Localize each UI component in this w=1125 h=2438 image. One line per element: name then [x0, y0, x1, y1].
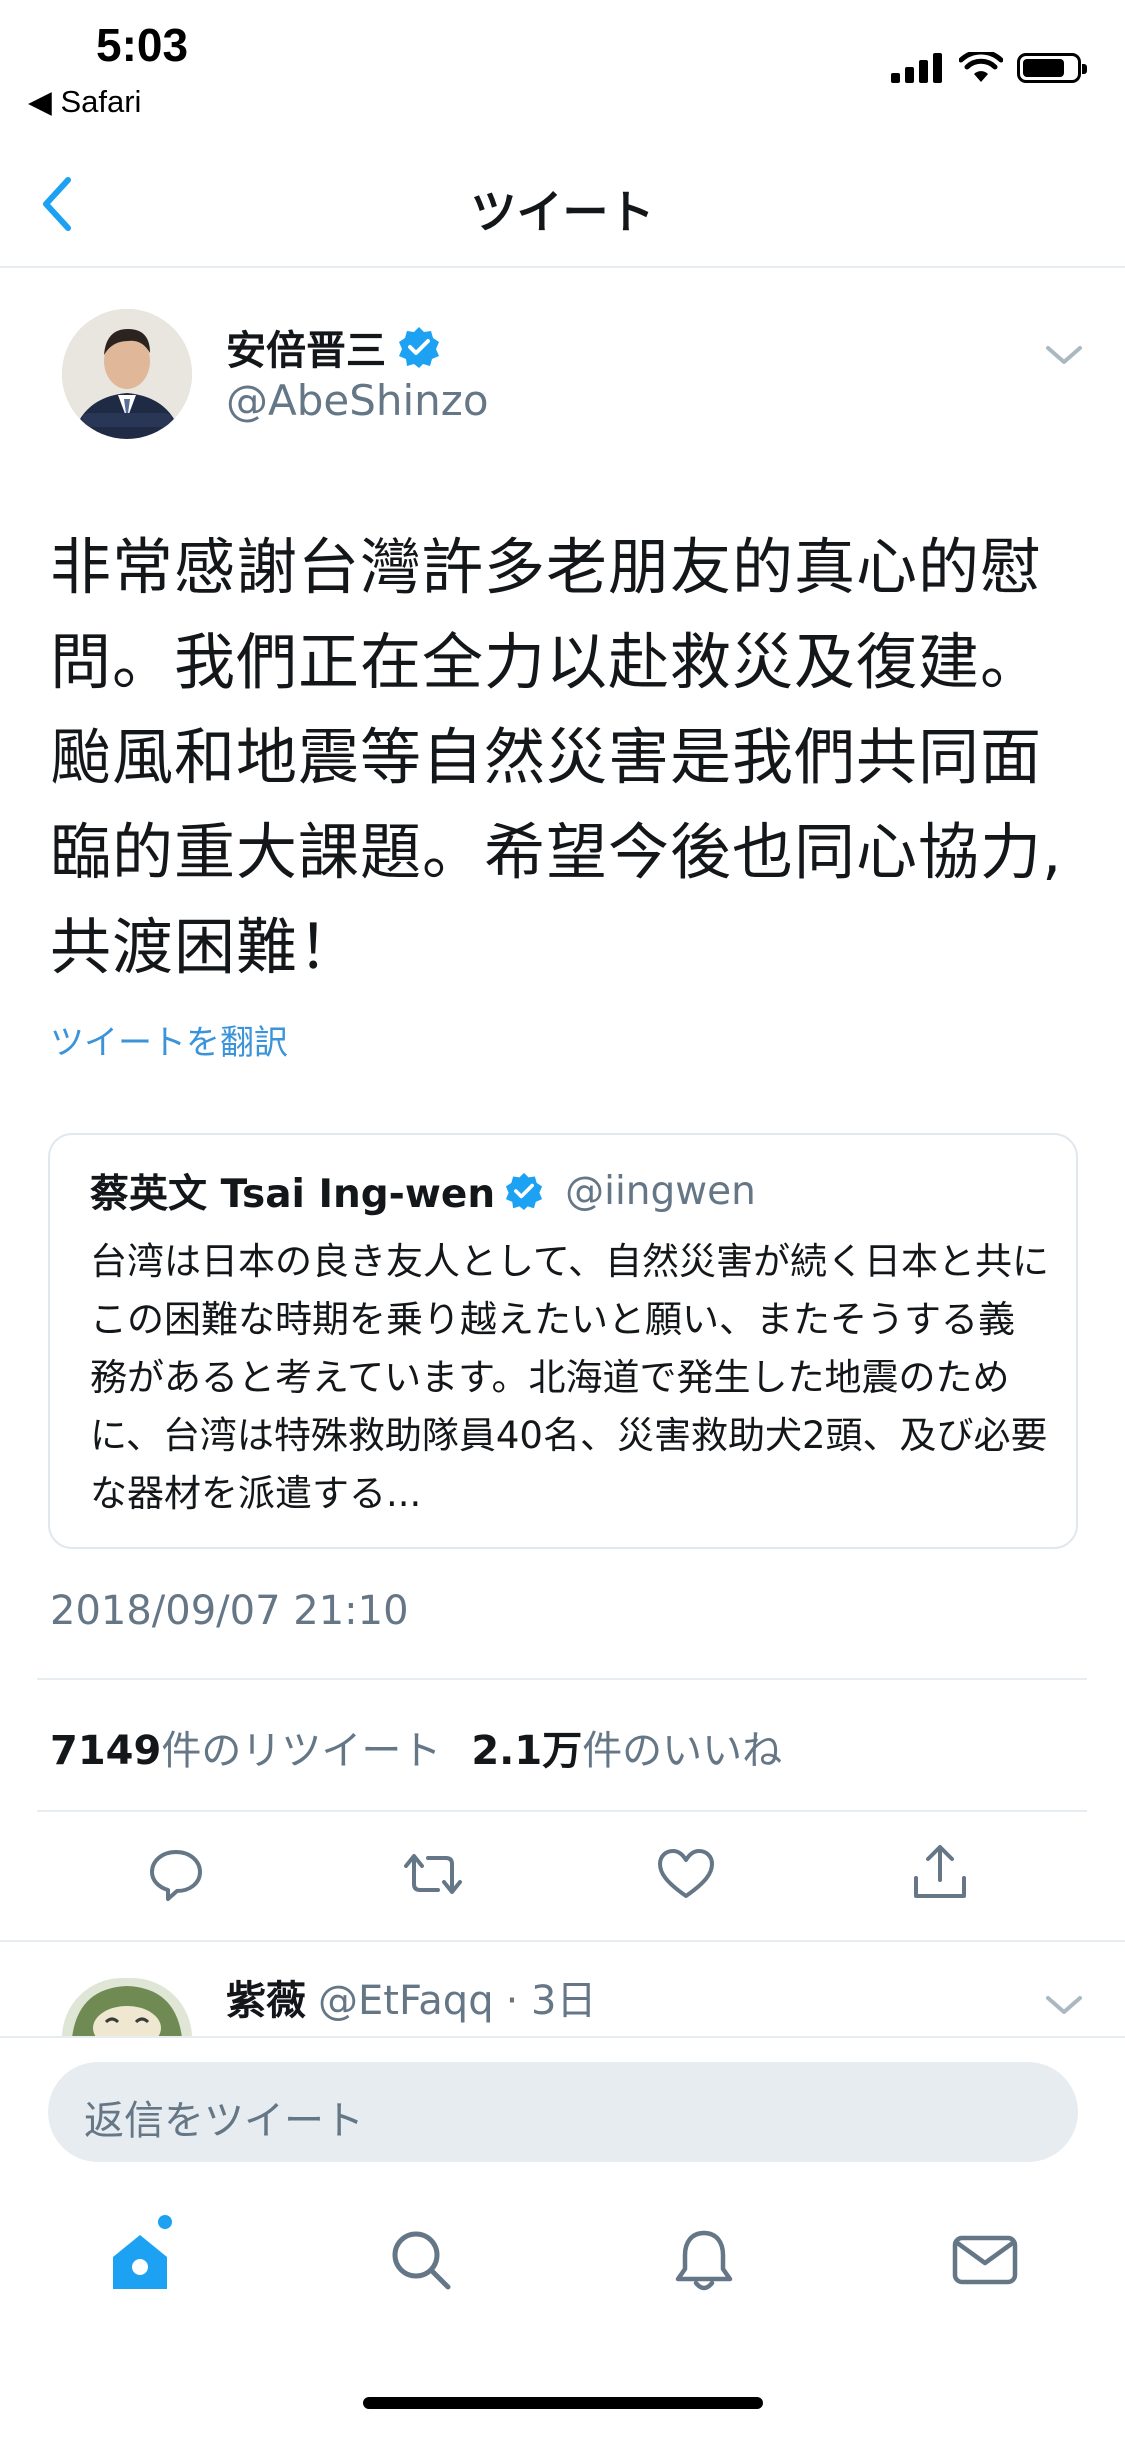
- reply-composer[interactable]: 返信をツイート: [48, 2062, 1078, 2162]
- wifi-icon: [959, 52, 1003, 82]
- reply-avatar[interactable]: [62, 1978, 192, 2038]
- translate-tweet-link[interactable]: ツイートを翻訳: [50, 1015, 288, 1064]
- retweet-stat[interactable]: 7149件のリツイート: [50, 1718, 441, 1776]
- quoted-author-handle: @iingwen: [565, 1168, 756, 1214]
- quoted-tweet-header: 蔡英文 Tsai Ing-wen @iingwen: [90, 1163, 756, 1219]
- divider: [37, 1678, 1087, 1680]
- divider: [37, 1810, 1087, 1812]
- status-time: 5:03: [96, 19, 189, 71]
- verified-badge-icon: [399, 327, 439, 368]
- battery-icon: [1017, 53, 1087, 83]
- share-icon[interactable]: [910, 1842, 970, 1902]
- retweet-icon[interactable]: [400, 1844, 466, 1904]
- reply-author-handle[interactable]: @EtFaqq: [318, 1978, 494, 2024]
- author-handle[interactable]: @AbeShinzo: [226, 376, 489, 425]
- notifications-icon[interactable]: [669, 2225, 739, 2295]
- like-icon[interactable]: [656, 1844, 716, 1904]
- chevron-down-icon[interactable]: [1042, 340, 1086, 368]
- reply-time: · 3日: [505, 1978, 597, 2024]
- quoted-tweet-text: 台湾は日本の良き友人として、自然災害が続く日本と共にこの困難な時期を乗り越えたい…: [90, 1240, 1050, 1515]
- divider: [0, 1940, 1125, 1942]
- home-notification-dot: [158, 2215, 172, 2229]
- status-indicators: [891, 48, 1087, 88]
- page-title: ツイート: [470, 185, 655, 239]
- tweet-timestamp: 2018/09/07 21:10: [50, 1588, 409, 1634]
- nav-bar: ツイート: [0, 150, 1125, 268]
- home-icon[interactable]: [105, 2225, 175, 2295]
- quoted-author-name: 蔡英文 Tsai Ing-wen: [90, 1172, 496, 1217]
- signal-icon: [891, 53, 942, 83]
- tweet-action-bar: [0, 1832, 1125, 1922]
- author-name-row: 安倍晋三: [226, 318, 440, 376]
- like-count: 2.1万: [471, 1728, 583, 1774]
- messages-icon[interactable]: [950, 2225, 1020, 2295]
- verified-badge-icon: [506, 1172, 543, 1210]
- author-avatar[interactable]: [62, 309, 192, 439]
- safari-back-link[interactable]: ◀ Safari: [28, 84, 141, 120]
- tweet-text: 非常感謝台灣許多老朋友的真心的慰問。我們正在全力以赴救災及復建。颱風和地震等自然…: [50, 532, 1063, 983]
- tweet-stats: 7149件のリツイート 2.1万件のいいね: [50, 1718, 782, 1776]
- retweet-label: 件のリツイート: [161, 1728, 442, 1774]
- author-name[interactable]: 安倍晋三: [226, 318, 386, 376]
- reply-header: 紫薇 @EtFaqq · 3日: [226, 1968, 596, 2026]
- search-icon[interactable]: [386, 2225, 456, 2295]
- reply-placeholder: 返信をツイート: [84, 2098, 364, 2144]
- reply-author-name[interactable]: 紫薇: [226, 1968, 306, 2026]
- chevron-down-icon[interactable]: [1042, 1990, 1086, 2018]
- like-label: 件のいいね: [582, 1728, 783, 1774]
- like-stat[interactable]: 2.1万件のいいね: [471, 1718, 782, 1776]
- quoted-tweet-card[interactable]: 蔡英文 Tsai Ing-wen @iingwen 台湾は日本の良き友人として、…: [48, 1133, 1078, 1549]
- reply-icon[interactable]: [146, 1844, 206, 1904]
- retweet-count: 7149: [50, 1728, 162, 1774]
- home-indicator[interactable]: [363, 2397, 763, 2409]
